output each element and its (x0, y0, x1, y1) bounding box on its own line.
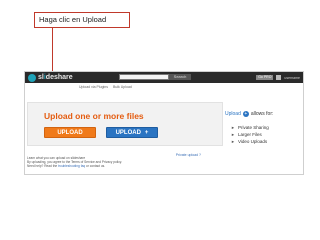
embedded-screenshot: slideshare Search Go PRO username Upload… (24, 71, 304, 175)
search-input[interactable] (119, 74, 169, 80)
benefits-title: Upload + allows for: (225, 111, 273, 117)
subnav-item-bulk[interactable]: Bulk Upload (113, 85, 132, 89)
upload-subnav: Upload via Plugins Bulk Upload (79, 85, 132, 89)
list-item: ► Private Sharing (231, 125, 269, 130)
upload-button[interactable]: UPLOAD (44, 127, 96, 138)
slideshare-logo-icon (28, 73, 36, 82)
search-button[interactable]: Search (169, 74, 191, 80)
benefits-list: ► Private Sharing ► Larger Files ► Video Up… (231, 124, 269, 145)
benefits-title-prefix: Upload (225, 111, 241, 117)
top-navigation-bar: slideshare Search Go PRO username (25, 72, 303, 83)
callout-text: Haga clic en Upload (39, 15, 107, 24)
logo-text: slideshare (38, 74, 73, 81)
upload-pro-button[interactable]: UPLOAD + (106, 127, 158, 138)
upload-benefits-panel: Upload + allows for: ► Private Sharing ► L… (225, 102, 297, 154)
troubleshooting-link[interactable]: troubleshooting faq (58, 164, 85, 168)
account-area: Go PRO username (256, 74, 300, 81)
avatar[interactable] (276, 75, 282, 80)
upload-panel: Upload one or more files UPLOAD UPLOAD + (27, 102, 223, 146)
upload-circle-icon: + (242, 111, 249, 117)
upload-panel-title: Upload one or more files (44, 111, 144, 121)
list-item: ► Larger Files (231, 132, 262, 137)
instruction-callout: Haga clic en Upload (34, 12, 130, 28)
benefits-title-suffix: allows for: (250, 111, 274, 117)
triangle-right-icon: ► (231, 139, 235, 144)
subnav-item-plugins[interactable]: Upload via Plugins (79, 85, 108, 89)
list-item: ► Video Uploads (231, 139, 268, 144)
upload-notes: Learn what you can upload on slideshare … (27, 156, 227, 169)
site-logo[interactable]: slideshare (28, 73, 73, 82)
triangle-right-icon: ► (231, 132, 235, 137)
pro-badge[interactable]: Go PRO (256, 75, 274, 80)
note-line-3: Need help? Read the troubleshooting faq … (27, 164, 106, 169)
triangle-right-icon: ► (231, 125, 235, 130)
username-link[interactable]: username (284, 76, 300, 80)
plus-icon: + (144, 130, 149, 136)
